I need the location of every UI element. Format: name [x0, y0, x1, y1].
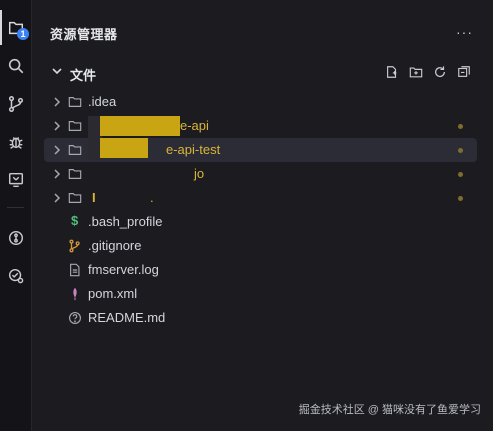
- dollar-icon: $: [71, 213, 79, 228]
- git-icon: [69, 239, 80, 253]
- explorer-panel: 资源管理器 ··· 文件 .idea e-api e-api-test jo I…: [32, 0, 493, 431]
- new-folder-icon[interactable]: [409, 65, 423, 79]
- new-file-icon[interactable]: [385, 65, 399, 79]
- tree-item-api-test[interactable]: e-api-test: [44, 138, 477, 162]
- tree-item-fmserver-log[interactable]: fmserver.log: [44, 258, 477, 282]
- section-actions: [385, 65, 471, 79]
- tree-item-idea[interactable]: .idea: [44, 90, 477, 114]
- chevron-right-icon: [54, 97, 61, 107]
- folder-icon: [68, 145, 82, 155]
- tree-item-label: .idea: [88, 94, 117, 109]
- git-graph-icon[interactable]: [4, 226, 27, 249]
- tree-item-readme[interactable]: README.md: [44, 306, 477, 330]
- section-title: 文件: [70, 68, 97, 83]
- panel-title: 资源管理器: [50, 27, 118, 42]
- source-control-icon[interactable]: [4, 92, 27, 115]
- search-icon[interactable]: [4, 54, 27, 77]
- redaction-block: [100, 116, 180, 136]
- chevron-right-icon: [54, 193, 61, 203]
- watermark: 掘金技术社区 @ 猫咪没有了鱼爱学习: [298, 404, 481, 416]
- tree-item-label: fmserver.log: [88, 262, 159, 277]
- tree-item-label: jo: [194, 166, 205, 181]
- activity-divider: [7, 207, 24, 208]
- tree-item-label: README.md: [88, 310, 166, 325]
- folder-icon: [68, 121, 82, 131]
- explorer-icon[interactable]: 1: [0, 10, 29, 45]
- folder-icon: [68, 169, 82, 179]
- chevron-right-icon: [54, 169, 61, 179]
- modified-dot: [458, 148, 463, 153]
- explorer-badge: 1: [17, 28, 29, 40]
- chevron-down-icon: [52, 68, 62, 75]
- remote-explorer-icon[interactable]: [4, 168, 27, 191]
- collapse-all-icon[interactable]: [457, 65, 471, 79]
- tree-item-label: e-api: [180, 118, 209, 133]
- activity-bar: 1: [0, 0, 32, 431]
- panel-header: 资源管理器 ···: [32, 0, 493, 62]
- chevron-right-icon: [54, 145, 61, 155]
- tree-item-label: .bash_profile: [88, 214, 163, 229]
- question-icon: [69, 312, 81, 324]
- modified-dot: [458, 124, 463, 129]
- chevron-right-icon: [54, 121, 61, 131]
- modified-dot: [458, 172, 463, 177]
- modified-dot: [458, 196, 463, 201]
- folder-icon: [68, 97, 82, 107]
- tree-item-gitignore[interactable]: .gitignore: [44, 234, 477, 258]
- folder-icon: [68, 193, 82, 203]
- files-section-header[interactable]: 文件: [32, 62, 493, 83]
- remote-settings-icon[interactable]: [4, 264, 27, 287]
- tree-item-redacted-a[interactable]: jo: [44, 162, 477, 186]
- log-file-icon: [70, 263, 80, 277]
- tree-item-initial: I: [92, 190, 96, 205]
- refresh-icon[interactable]: [433, 65, 447, 79]
- redaction-block: [100, 138, 148, 158]
- feather-icon: [73, 287, 77, 301]
- tree-item-label: .: [150, 190, 154, 205]
- more-actions-icon[interactable]: ···: [456, 24, 473, 40]
- tree-item-pom-xml[interactable]: pom.xml: [44, 282, 477, 306]
- tree-item-label: e-api-test: [166, 142, 221, 157]
- tree-item-api[interactable]: e-api: [44, 114, 477, 138]
- debug-icon[interactable]: [4, 130, 27, 153]
- tree-item-bash-profile[interactable]: $ .bash_profile: [44, 210, 477, 234]
- tree-item-label: .gitignore: [88, 238, 142, 253]
- tree-item-redacted-b[interactable]: I .: [44, 186, 477, 210]
- tree-item-label: pom.xml: [88, 286, 138, 301]
